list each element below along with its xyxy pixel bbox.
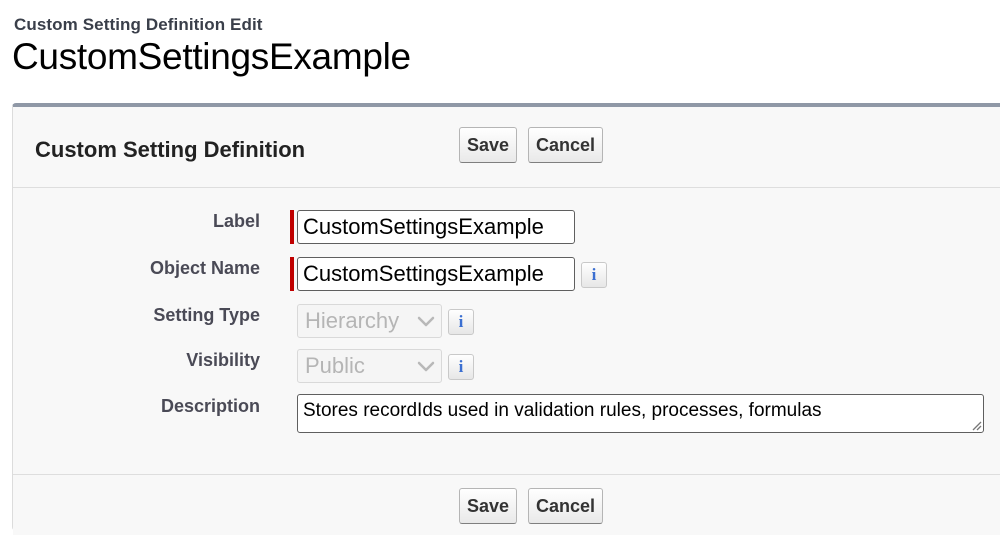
page-subtitle: Custom Setting Definition Edit: [14, 15, 263, 34]
required-indicator: [290, 257, 294, 291]
visibility-select[interactable]: Public: [297, 349, 442, 383]
label-input[interactable]: CustomSettingsExample: [297, 210, 575, 244]
description-value: Stores recordIds used in validation rule…: [303, 400, 822, 421]
description-textarea[interactable]: Stores recordIds used in validation rule…: [297, 394, 984, 433]
form-body: Label CustomSettingsExample Object Name …: [13, 188, 1000, 474]
info-icon[interactable]: i: [581, 262, 607, 288]
save-button-bottom[interactable]: Save: [459, 488, 517, 524]
description-field-label: Description: [160, 396, 260, 416]
object-name-field-label: Object Name: [149, 258, 260, 278]
required-indicator: [290, 210, 294, 244]
cancel-button-bottom[interactable]: Cancel: [528, 488, 603, 524]
page-title: CustomSettingsExample: [12, 36, 411, 77]
setting-type-field-label: Setting Type: [153, 305, 260, 325]
info-icon[interactable]: i: [448, 309, 474, 335]
save-button-top[interactable]: Save: [459, 127, 517, 163]
setting-type-value: Hierarchy: [305, 308, 400, 333]
cancel-button-top[interactable]: Cancel: [528, 127, 603, 163]
page: Custom Setting Definition Edit CustomSet…: [0, 0, 1000, 536]
chevron-down-icon: [417, 361, 435, 372]
label-field-label: Label: [212, 211, 260, 231]
info-icon[interactable]: i: [448, 354, 474, 380]
chevron-down-icon: [417, 316, 435, 327]
panel-title: Custom Setting Definition: [35, 137, 306, 162]
visibility-field-label: Visibility: [186, 350, 260, 370]
panel-footer: Save Cancel: [13, 474, 1000, 535]
resize-handle-icon[interactable]: [970, 419, 982, 431]
panel-header: Custom Setting Definition Save Cancel: [13, 107, 1000, 188]
object-name-input[interactable]: CustomSettingsExample: [297, 257, 575, 291]
custom-setting-panel: Custom Setting Definition Save Cancel La…: [12, 103, 1000, 535]
setting-type-select[interactable]: Hierarchy: [297, 304, 442, 338]
visibility-value: Public: [305, 353, 365, 378]
